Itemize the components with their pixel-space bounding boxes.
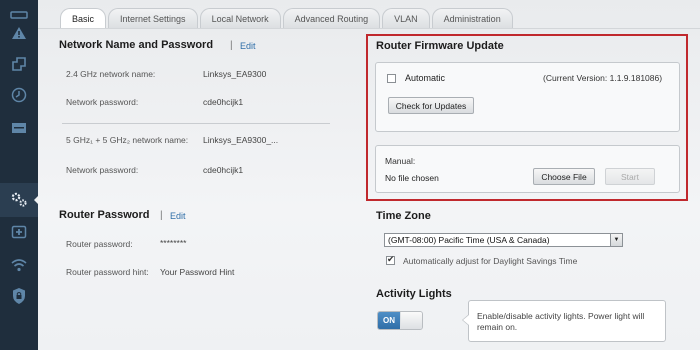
password-hint-value: Your Password Hint [160, 267, 235, 277]
pwd5-label: Network password: [66, 165, 139, 175]
tab-internet-settings[interactable]: Internet Settings [108, 8, 198, 28]
automatic-checkbox[interactable] [387, 74, 396, 83]
clock-icon[interactable] [8, 84, 30, 106]
pwd24-label: Network password: [66, 97, 139, 107]
time-zone-selected-value: (GMT-08:00) Pacific Time (USA & Canada) [388, 235, 550, 245]
activity-lights-title: Activity Lights [376, 288, 452, 300]
title-separator: | [230, 40, 233, 51]
firmware-section-title: Router Firmware Update [376, 40, 504, 52]
ssid24-label: 2.4 GHz network name: [66, 69, 156, 79]
router-password-edit-link[interactable]: Edit [170, 211, 186, 221]
tab-vlan[interactable]: VLAN [382, 8, 430, 28]
start-button[interactable]: Start [605, 168, 655, 185]
router-password-label: Router password: [66, 239, 133, 249]
router-password-value: ******** [160, 238, 187, 248]
wifi-icon[interactable] [8, 254, 30, 276]
dst-label: Automatically adjust for Daylight Saving… [403, 256, 578, 266]
pwd5-value: cde0hcijk1 [203, 165, 244, 175]
title-separator: | [160, 210, 163, 221]
tab-local-network[interactable]: Local Network [199, 8, 281, 28]
sidebar-nav [0, 0, 41, 350]
section-divider [62, 123, 330, 124]
tab-advanced-routing[interactable]: Advanced Routing [282, 8, 381, 28]
router-password-title: Router Password [59, 209, 150, 221]
tab-basic[interactable]: Basic [60, 8, 107, 28]
manual-label: Manual: [385, 156, 416, 166]
ssid5-value: Linksys_EA9300_... [203, 135, 279, 145]
warning-icon[interactable] [8, 22, 30, 44]
password-hint-label: Router password hint: [66, 267, 149, 277]
security-lock-icon[interactable] [8, 285, 30, 307]
file-status-text: No file chosen [385, 173, 439, 183]
current-version-text: (Current Version: 1.1.9.181086) [543, 73, 663, 83]
storage-icon[interactable] [8, 117, 30, 139]
add-device-icon[interactable] [8, 221, 30, 243]
activity-lights-toggle[interactable]: ON [377, 311, 423, 330]
toggle-knob[interactable] [401, 312, 422, 329]
ssid5-label: 5 GHz₁ + 5 GHz₂ network name: [66, 135, 189, 145]
time-zone-title: Time Zone [376, 210, 431, 222]
check-updates-button[interactable]: Check for Updates [388, 97, 474, 114]
tab-bar: Basic Internet Settings Local Network Ad… [60, 8, 515, 28]
dst-checkbox[interactable] [386, 254, 395, 265]
firmware-auto-panel: Automatic (Current Version: 1.1.9.181086… [375, 62, 680, 132]
time-zone-select[interactable]: (GMT-08:00) Pacific Time (USA & Canada) … [384, 233, 623, 247]
toggle-on-label: ON [378, 312, 400, 329]
pwd24-value: cde0hcijk1 [203, 97, 244, 107]
network-section-title: Network Name and Password [59, 39, 214, 51]
automatic-label: Automatic [405, 73, 446, 83]
activity-lights-tooltip: Enable/disable activity lights. Power li… [462, 300, 666, 342]
ssid24-value: Linksys_EA9300 [203, 69, 267, 79]
choose-file-button[interactable]: Choose File [533, 168, 595, 185]
connectivity-icon[interactable] [8, 53, 30, 75]
tab-underline [38, 28, 700, 29]
chevron-down-icon[interactable]: ▼ [610, 234, 622, 246]
tab-administration[interactable]: Administration [431, 8, 513, 28]
firmware-manual-panel: Manual: No file chosen Choose File Start [375, 145, 680, 193]
main-panel: Basic Internet Settings Local Network Ad… [38, 0, 700, 350]
settings-gear-icon[interactable] [8, 189, 30, 211]
network-edit-link[interactable]: Edit [240, 41, 256, 51]
